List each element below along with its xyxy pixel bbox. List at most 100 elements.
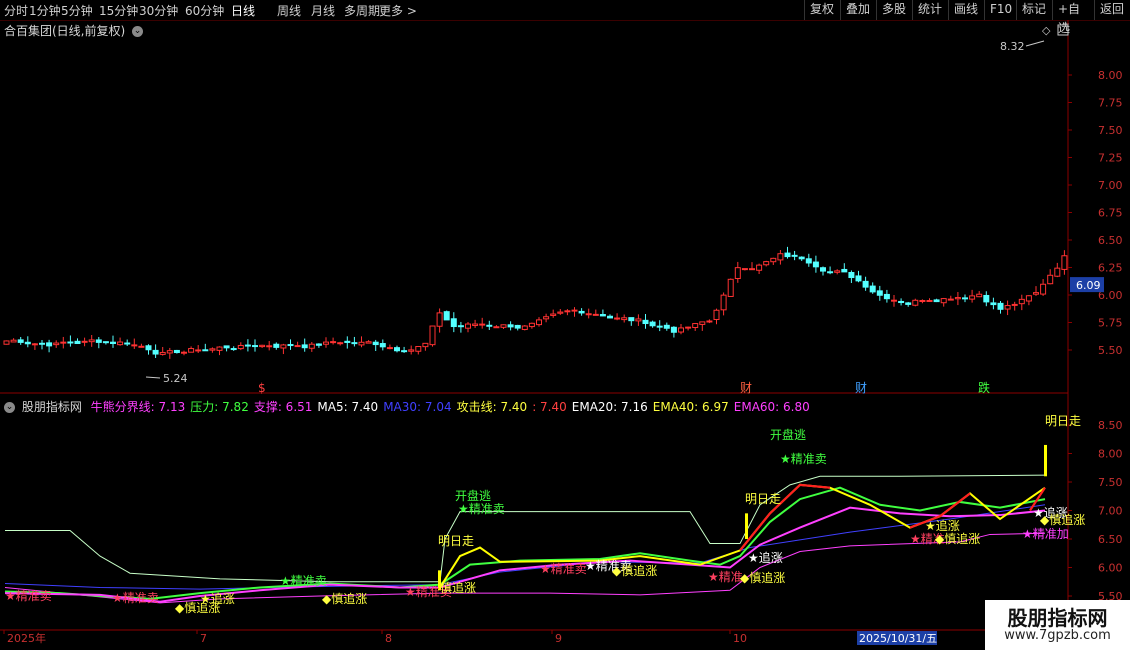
event-marker: 财: [855, 381, 867, 395]
candle-body: [741, 268, 748, 271]
candle-body: [543, 316, 550, 320]
candle-body: [550, 313, 557, 316]
candle-body: [1004, 305, 1011, 310]
cursor-date-label: 2025/10/31/五: [859, 632, 937, 645]
price-tick-label: 6.75: [1098, 207, 1123, 220]
candle-body: [777, 253, 784, 261]
candle-body: [571, 309, 578, 312]
candle-body: [81, 340, 88, 343]
signal-label: ★精准卖: [280, 574, 327, 588]
price-tick-label: 7.75: [1098, 97, 1123, 110]
candle-body: [401, 350, 408, 353]
candle-body: [223, 345, 230, 349]
candle-body: [479, 323, 486, 326]
signal-label: ★精准: [708, 570, 743, 584]
candle-body: [308, 343, 315, 349]
candle-body: [301, 344, 308, 349]
candle-body: [138, 345, 145, 348]
candle-body: [408, 349, 415, 352]
high-arrow: [1025, 40, 1045, 47]
candle-body: [756, 264, 763, 271]
indicator-name[interactable]: 股朋指标网: [22, 400, 82, 414]
x-axis-label: 10: [733, 632, 747, 645]
price-tick-label: 7.50: [1098, 124, 1123, 137]
ema-line: [4, 486, 1046, 600]
candle-body: [848, 271, 855, 279]
candle-body: [337, 342, 344, 345]
signal-label: ◆慎追涨: [1040, 512, 1085, 527]
candle-body: [145, 345, 152, 351]
candle-body: [1040, 283, 1047, 295]
candle-body: [592, 313, 599, 316]
candle-body: [230, 348, 237, 351]
candle-body: [578, 310, 585, 314]
candle-body: [599, 314, 606, 317]
candle-body: [493, 326, 500, 329]
candle-body: [628, 317, 635, 322]
candle-body: [876, 290, 883, 296]
candle-body: [940, 298, 947, 304]
candle-body: [969, 295, 976, 300]
pressure-line: [5, 474, 1046, 583]
indicator-tick-label: 6.00: [1098, 562, 1123, 575]
candle-body: [635, 318, 642, 322]
candle-body: [46, 342, 53, 347]
candle-body: [770, 257, 777, 263]
candle-body: [621, 317, 628, 321]
candle-body: [88, 339, 95, 343]
price-tick-label: 8.00: [1098, 69, 1123, 82]
candle-body: [365, 341, 372, 344]
signal-label: ◆慎追涨: [740, 570, 785, 585]
candle-body: [536, 319, 542, 326]
candle-body: [514, 324, 521, 329]
candle-body: [372, 341, 379, 346]
candle-body: [95, 339, 102, 343]
candle-body: [102, 341, 109, 344]
indicator-value: EMA40: 6.97: [652, 400, 729, 414]
signal-label: ★追涨: [925, 518, 960, 533]
price-tick-label: 5.50: [1098, 344, 1123, 357]
candle-body: [237, 344, 244, 350]
candle-body: [117, 341, 124, 346]
candle-body: [1011, 303, 1018, 306]
kline-chart: 8.00 7.75 7.50 7.25 7.00 6.75 6.50 6.25 6.00 5.75…: [0, 20, 1123, 650]
candle-body: [933, 299, 940, 303]
indicator-value: EMA20: 7.16: [571, 400, 648, 414]
signal-label: 慎追涨: [440, 580, 476, 595]
candle-body: [17, 339, 24, 343]
candle-body: [443, 311, 450, 321]
candle-body: [614, 317, 621, 320]
indicator-value: : 7.40: [532, 400, 567, 414]
indicator-tick-label: 6.50: [1098, 533, 1123, 546]
candle-body: [670, 326, 677, 333]
signal-label: ★精准卖: [112, 591, 159, 605]
signal-label: ★精准卖: [540, 562, 587, 576]
indicator-header: ⌄ 股朋指标网 牛熊分界线: 7.13 压力: 7.82 支撑: 6.51 MA5: …: [4, 398, 820, 415]
candle-body: [124, 342, 131, 345]
candle-body: [734, 267, 741, 280]
chevron-down-icon[interactable]: ⌄: [4, 402, 15, 413]
candle-body: [159, 351, 166, 355]
candle-body: [244, 344, 251, 347]
candle-body: [24, 341, 31, 345]
candle-body: [713, 309, 720, 321]
candle-body: [827, 271, 834, 274]
candle-body: [528, 322, 535, 328]
indicator-value: MA30: 7.04: [383, 400, 452, 414]
candle-body: [962, 297, 968, 300]
candle-body: [429, 325, 436, 346]
candle-body: [983, 294, 990, 303]
indicator-value: 压力: 7.82: [190, 400, 249, 414]
candle-body: [791, 254, 798, 257]
candle-body: [67, 341, 74, 344]
signal-label: ◆慎追涨: [322, 591, 367, 606]
signal-label: ★精准卖: [5, 589, 52, 603]
candle-body: [997, 302, 1004, 310]
candle-body: [585, 313, 592, 316]
candle-body: [53, 342, 60, 346]
candle-body: [486, 324, 493, 327]
watermark-url: www.7gpzb.com: [1004, 628, 1111, 643]
candle-body: [557, 311, 564, 314]
x-axis-label: 2025年: [7, 631, 46, 645]
indicator-value: EMA60: 6.80: [733, 400, 810, 414]
